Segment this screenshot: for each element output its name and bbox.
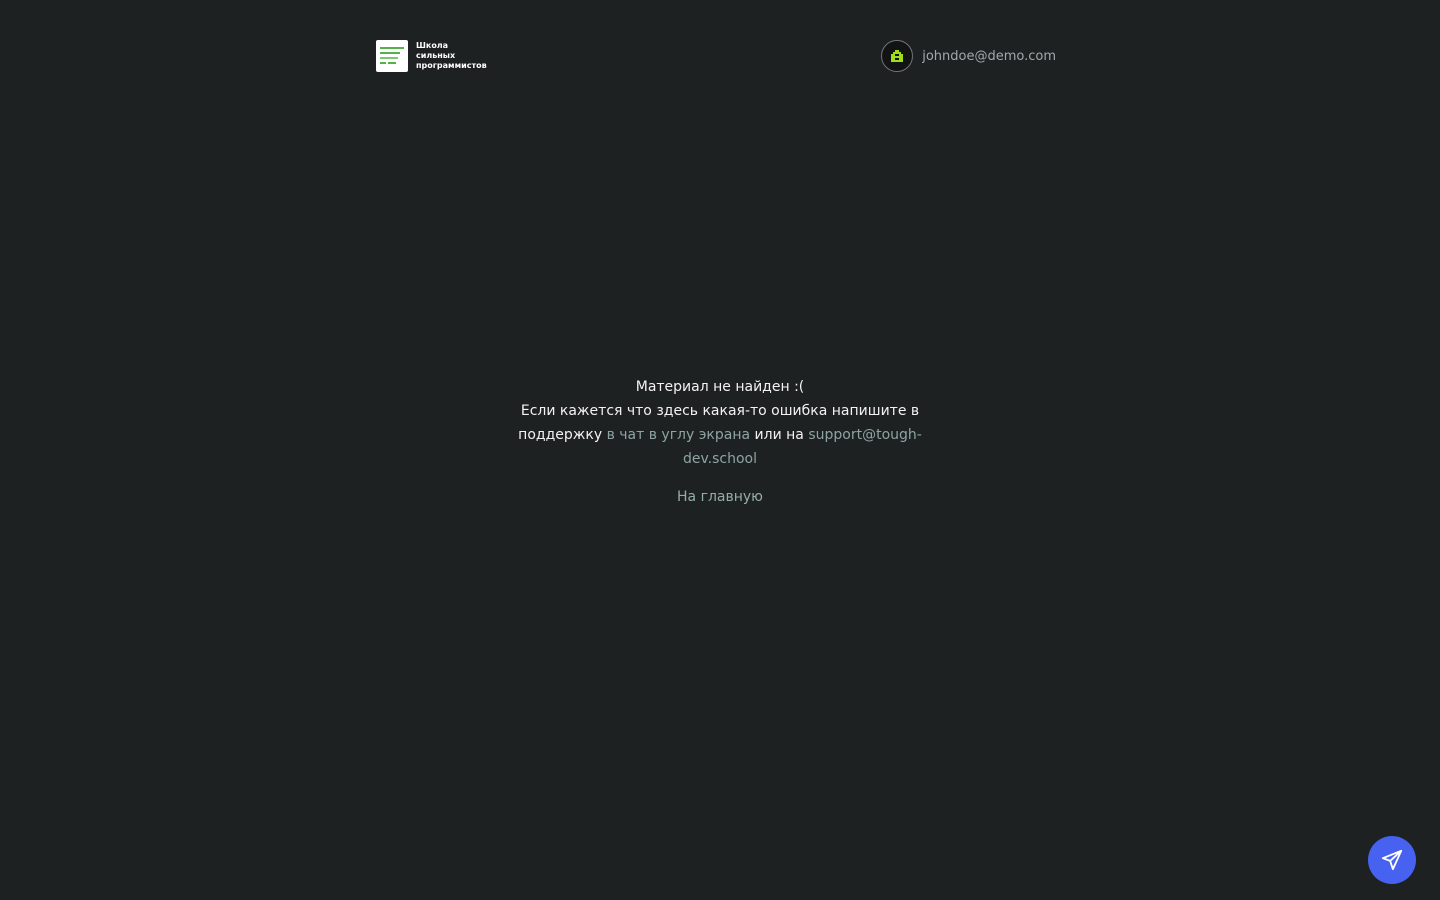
description-text: или на (754, 427, 804, 443)
logo-text-line: Школа (416, 41, 449, 50)
user-menu[interactable]: johndoe@demo.com (881, 40, 1056, 72)
chat-widget-button[interactable] (1368, 836, 1416, 884)
user-email: johndoe@demo.com (922, 48, 1056, 64)
logo-text-line: программистов (416, 61, 487, 70)
not-found-message: Материал не найден :( Если кажется что з… (500, 375, 940, 509)
chat-link[interactable]: в чат в углу экрана (607, 427, 751, 443)
home-link[interactable]: На главную (677, 485, 763, 509)
paper-plane-icon (1381, 849, 1403, 871)
logo-text-line: сильных (416, 51, 456, 60)
header: Школа сильных программистов johndoe@demo… (376, 0, 1056, 112)
logo-text: Школа сильных программистов (416, 41, 487, 71)
not-found-description: Если кажется что здесь какая-то ошибка н… (500, 399, 940, 471)
logo-link[interactable]: Школа сильных программистов (376, 40, 487, 72)
not-found-title: Материал не найден :( (635, 379, 805, 395)
pixel-avatar-icon (891, 50, 904, 62)
school-logo-icon (376, 40, 408, 72)
avatar (881, 40, 914, 72)
